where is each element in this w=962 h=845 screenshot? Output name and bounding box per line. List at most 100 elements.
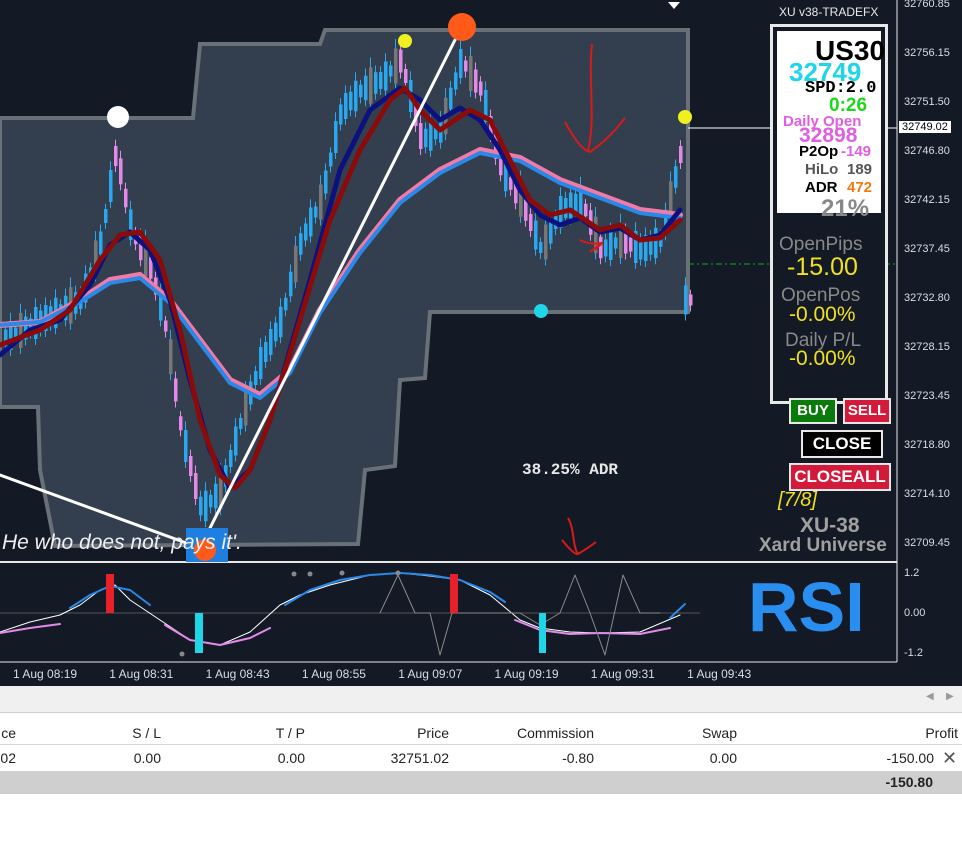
daily-pl-value: -0.00% xyxy=(789,347,856,370)
candle-body xyxy=(614,237,618,249)
candle-body xyxy=(214,483,218,509)
osc-dot xyxy=(307,571,313,577)
osc-level-bottom: -1.2 xyxy=(904,647,923,659)
candle-body xyxy=(259,347,263,379)
candle-body xyxy=(379,72,383,89)
close-order-icon[interactable]: ✕ xyxy=(942,748,957,769)
scroll-bar[interactable]: ◀ ▶ xyxy=(0,686,962,713)
table-cell: 0.00 xyxy=(277,750,305,766)
price-axis-label: 32732.80 xyxy=(904,292,950,304)
candle-body xyxy=(374,72,378,94)
price-axis-label: 32714.10 xyxy=(904,488,950,500)
price-axis-label: 32728.15 xyxy=(904,341,950,353)
candle-body xyxy=(289,271,293,297)
total-row xyxy=(0,771,962,794)
candle-body xyxy=(349,91,353,111)
candle-body xyxy=(174,378,178,402)
time-axis-label: 1 Aug 09:43 xyxy=(687,667,752,681)
info-panel: US30 32749 SPD:2.0 0:26 Daily Open 32898… xyxy=(770,24,888,404)
price-axis-label: 32709.45 xyxy=(904,537,950,549)
open-pos-value: -0.00% xyxy=(789,303,856,326)
buy-button[interactable]: BUY xyxy=(789,398,837,424)
candle-body xyxy=(299,233,303,255)
table-cell: -150.00 xyxy=(886,750,934,766)
candle-body xyxy=(404,69,408,83)
top-pointer-icon xyxy=(668,2,680,9)
table-cell: 0.00 xyxy=(133,750,161,766)
candle-body xyxy=(124,188,128,208)
table-cell: 02 xyxy=(0,750,16,766)
candle-body xyxy=(254,371,258,385)
time-axis-label: 1 Aug 08:31 xyxy=(109,667,174,681)
table-header-cell: Commission xyxy=(516,725,594,741)
candle-body xyxy=(369,67,373,104)
trade-panel: ◀ ▶ ce S / L T / P Price Commission Swap Profi… xyxy=(0,686,962,845)
candle-body xyxy=(384,61,388,91)
candle-body xyxy=(114,146,118,166)
table-cell: 32751.02 xyxy=(390,750,449,766)
candle-body xyxy=(419,123,423,149)
candle-body xyxy=(99,231,103,255)
osc-cyan-bar xyxy=(195,613,203,653)
quote-text: He who does not, pays it'. xyxy=(2,531,242,554)
candle-body xyxy=(534,220,538,250)
table-header-cell: Profit xyxy=(925,725,958,741)
yellow-marker xyxy=(398,34,412,48)
candle-body xyxy=(359,84,363,98)
close-button[interactable]: CLOSE xyxy=(801,430,883,458)
table-header-cell: Price xyxy=(417,725,449,741)
candle-body xyxy=(189,456,193,476)
price-axis-label: 32756.15 xyxy=(904,47,950,59)
candle-body xyxy=(209,494,213,508)
candle-body xyxy=(164,320,168,332)
time-axis-label: 1 Aug 08:19 xyxy=(13,667,78,681)
osc-dot xyxy=(395,570,401,576)
table-cell: 0.00 xyxy=(709,750,737,766)
open-pips-value: -15.00 xyxy=(787,253,858,281)
candle-body xyxy=(354,80,358,112)
chart-area[interactable]: XU v38-TRADEFX 32760.85 32756.15 32751.50 3… xyxy=(0,0,962,686)
rsi-title: RSI xyxy=(748,568,865,646)
osc-level-mid: 0.00 xyxy=(904,607,926,619)
sell-button[interactable]: SELL xyxy=(843,398,891,424)
hilo-value: 189 xyxy=(847,161,873,178)
candle-body xyxy=(314,206,318,218)
price-axis-label: 32751.50 xyxy=(904,96,950,108)
candle-body xyxy=(119,158,123,185)
candle-body xyxy=(464,60,468,72)
time-axis-label: 1 Aug 08:43 xyxy=(205,667,270,681)
osc-dot xyxy=(339,570,345,576)
price-axis-label: 32723.45 xyxy=(904,390,950,402)
candle-body xyxy=(474,69,478,93)
scroll-left-icon[interactable]: ◀ xyxy=(926,691,934,702)
scroll-right-icon[interactable]: ▶ xyxy=(946,691,954,702)
swing-high-marker xyxy=(107,106,129,128)
osc-red-bar xyxy=(106,574,114,613)
candle-body xyxy=(344,93,348,119)
candle-body xyxy=(334,121,338,153)
top-marker xyxy=(448,13,476,41)
brand-sub: Xard Universe xyxy=(759,535,887,556)
candle-body xyxy=(544,224,548,260)
candle-body xyxy=(339,104,343,125)
table-cell: -0.80 xyxy=(562,750,594,766)
candle-body xyxy=(234,426,238,456)
osc-cyan-bar xyxy=(539,613,546,653)
hand-arrow-small xyxy=(561,517,597,556)
candle-body xyxy=(324,170,328,194)
candle-body xyxy=(279,306,283,338)
info-panel-upper: US30 32749 SPD:2.0 0:26 Daily Open 32898… xyxy=(777,31,885,222)
candle-body xyxy=(264,342,268,362)
candle-body xyxy=(609,231,613,260)
close-all-button[interactable]: CLOSEALL xyxy=(789,463,891,491)
candle-body xyxy=(574,193,578,213)
window-title: XU v38-TRADEFX xyxy=(779,5,879,19)
candle-body xyxy=(584,203,588,217)
candle-body xyxy=(679,146,683,163)
osc-spike-line xyxy=(379,574,661,656)
candle-body xyxy=(479,81,483,96)
candle-body xyxy=(319,184,323,220)
candle-body xyxy=(274,322,278,342)
total-profit: -150.80 xyxy=(885,774,933,790)
candle-body xyxy=(654,227,658,259)
